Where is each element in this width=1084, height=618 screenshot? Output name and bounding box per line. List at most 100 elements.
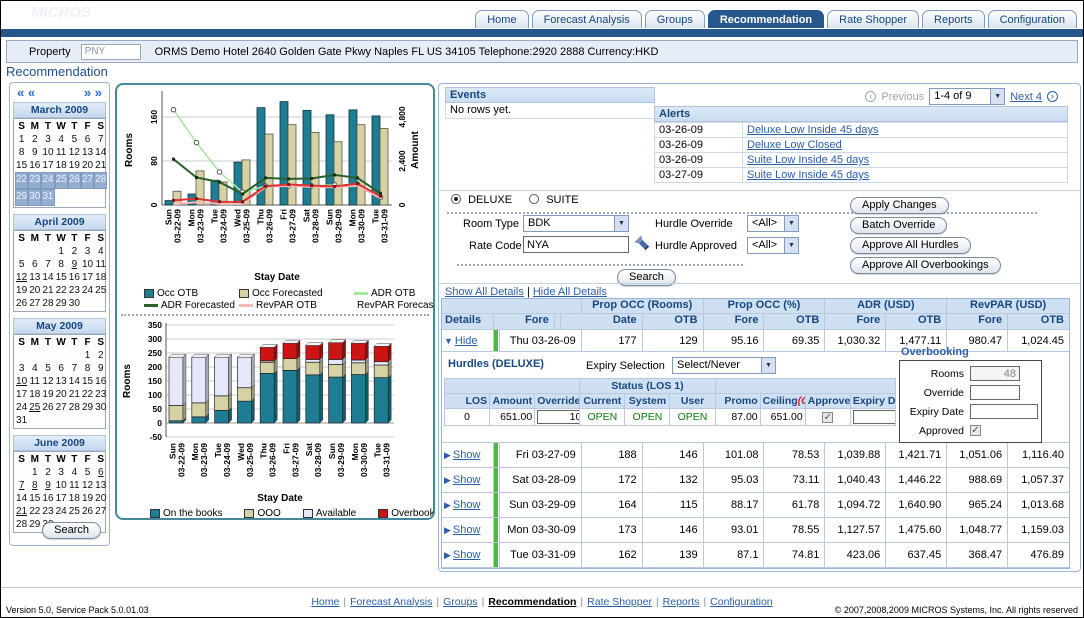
calendar-day[interactable]: 18: [55, 159, 68, 172]
calendar-day[interactable]: 21: [94, 159, 107, 172]
next-page-icon[interactable]: ›: [1047, 91, 1058, 102]
calendar-day[interactable]: 26: [68, 172, 81, 189]
calendar-day[interactable]: 7: [15, 479, 28, 492]
tab-rate-shopper[interactable]: Rate Shopper: [827, 10, 919, 28]
calendar-day[interactable]: 5: [15, 258, 28, 271]
calendar-day[interactable]: 4: [55, 133, 68, 146]
show-details-link[interactable]: Show: [453, 449, 481, 461]
calendar-day[interactable]: 29: [28, 518, 41, 531]
calendar-day[interactable]: 15: [81, 375, 94, 388]
calendar-day[interactable]: 12: [15, 271, 28, 284]
hurdle-approved-select[interactable]: <All> ▼: [747, 237, 799, 254]
footer-link-groups[interactable]: Groups: [443, 596, 477, 608]
calendar-day[interactable]: 12: [68, 146, 81, 159]
calendar-day[interactable]: 8: [15, 146, 28, 159]
calendar-day[interactable]: 19: [81, 492, 94, 505]
calendar-day[interactable]: 31: [15, 414, 28, 427]
calendar-day[interactable]: 15: [15, 159, 28, 172]
overbooking-expiry-input[interactable]: [970, 404, 1038, 419]
calendar-day[interactable]: 7: [68, 362, 81, 375]
hurdles-approved-checkbox[interactable]: ✓: [822, 412, 833, 423]
calendar-day[interactable]: 3: [15, 362, 28, 375]
calendar-day[interactable]: 24: [15, 401, 28, 414]
calendar-day[interactable]: 22: [15, 172, 28, 189]
suite-radio[interactable]: [529, 194, 539, 204]
tab-groups[interactable]: Groups: [645, 10, 705, 28]
footer-link-rate-shopper[interactable]: Rate Shopper: [587, 596, 652, 608]
calendar-day[interactable]: 25: [55, 172, 68, 189]
show-all-details-link[interactable]: Show All Details: [445, 286, 524, 298]
calendar-day[interactable]: 23: [28, 172, 41, 189]
batch-override-button[interactable]: Batch Override: [850, 217, 947, 234]
calendar-day[interactable]: 1: [28, 466, 41, 479]
calendar-day[interactable]: 30: [94, 401, 107, 414]
hurdles-expiry-input[interactable]: [853, 410, 896, 424]
calendar-day[interactable]: 26: [15, 297, 28, 310]
calendar-day[interactable]: 27: [81, 172, 94, 189]
calendar-day[interactable]: 10: [81, 258, 94, 271]
calendar-day[interactable]: 2: [41, 466, 54, 479]
calendar-day[interactable]: 13: [55, 375, 68, 388]
calendar-day[interactable]: 15: [55, 271, 68, 284]
calendar-day[interactable]: 6: [55, 362, 68, 375]
calendar-day[interactable]: 17: [15, 388, 28, 401]
tab-reports[interactable]: Reports: [922, 10, 985, 28]
calendar-day[interactable]: 1: [81, 349, 94, 362]
calendar-day[interactable]: 15: [28, 492, 41, 505]
tab-recommendation[interactable]: Recommendation: [708, 10, 824, 28]
alert-link[interactable]: Deluxe Low Inside 45 days: [747, 124, 878, 136]
alert-link[interactable]: Suite Low Inside 45 days: [747, 154, 869, 166]
calendar-day[interactable]: 27: [55, 401, 68, 414]
expiry-selection-select[interactable]: Select/Never ▼: [672, 357, 776, 374]
calendar-day[interactable]: 20: [94, 492, 107, 505]
calendar-day[interactable]: 7: [94, 133, 107, 146]
calendar-day[interactable]: 6: [81, 133, 94, 146]
calendar-next-icon[interactable]: » »: [84, 85, 102, 100]
calendar-day[interactable]: 14: [15, 492, 28, 505]
calendar-day[interactable]: 28: [68, 401, 81, 414]
calendar-day[interactable]: 27: [28, 297, 41, 310]
calendar-day[interactable]: 4: [28, 362, 41, 375]
tab-configuration[interactable]: Configuration: [988, 10, 1077, 28]
calendar-day[interactable]: 18: [94, 271, 107, 284]
hide-all-details-link[interactable]: Hide All Details: [533, 286, 607, 298]
calendar-day[interactable]: 7: [41, 258, 54, 271]
alert-link[interactable]: Deluxe Low Closed: [747, 139, 842, 151]
calendar-day[interactable]: 4: [68, 466, 81, 479]
calendar-day[interactable]: 28: [94, 172, 107, 189]
calendar-day[interactable]: 21: [41, 284, 54, 297]
calendar-day[interactable]: 12: [81, 479, 94, 492]
calendar-day[interactable]: 6: [28, 258, 41, 271]
calendar-day[interactable]: 14: [68, 375, 81, 388]
calendar-day[interactable]: 23: [94, 388, 107, 401]
show-details-link[interactable]: Show: [453, 474, 481, 486]
calendar-day[interactable]: 16: [28, 159, 41, 172]
property-code-input[interactable]: [81, 44, 141, 60]
calendar-day[interactable]: 17: [41, 159, 54, 172]
calendar-day[interactable]: 25: [68, 505, 81, 518]
calendar-day[interactable]: 9: [41, 479, 54, 492]
calendar-day[interactable]: 10: [55, 479, 68, 492]
calendar-day[interactable]: 8: [55, 258, 68, 271]
calendar-day[interactable]: 25: [28, 401, 41, 414]
calendar-day[interactable]: 19: [15, 284, 28, 297]
calendar-day[interactable]: 25: [94, 284, 107, 297]
calendar-day[interactable]: 24: [81, 284, 94, 297]
calendar-day[interactable]: 18: [68, 492, 81, 505]
calendar-day[interactable]: 9: [94, 362, 107, 375]
footer-link-home[interactable]: Home: [311, 596, 339, 608]
alerts-range-select[interactable]: 1-4 of 9 ▼: [929, 88, 1005, 105]
calendar-day[interactable]: 3: [81, 245, 94, 258]
calendar-day[interactable]: 20: [55, 388, 68, 401]
calendar-day[interactable]: 13: [28, 271, 41, 284]
calendar-day[interactable]: 14: [41, 271, 54, 284]
calendar-day[interactable]: 26: [41, 401, 54, 414]
calendar-day[interactable]: 10: [15, 375, 28, 388]
calendar-day[interactable]: 10: [41, 146, 54, 159]
hurdle-override-select[interactable]: <All> ▼: [747, 215, 799, 232]
previous-page-icon[interactable]: ‹: [865, 91, 876, 102]
calendar-day[interactable]: 21: [68, 388, 81, 401]
footer-link-configuration[interactable]: Configuration: [710, 596, 772, 608]
tab-home[interactable]: Home: [475, 10, 528, 28]
calendar-day[interactable]: 29: [81, 401, 94, 414]
